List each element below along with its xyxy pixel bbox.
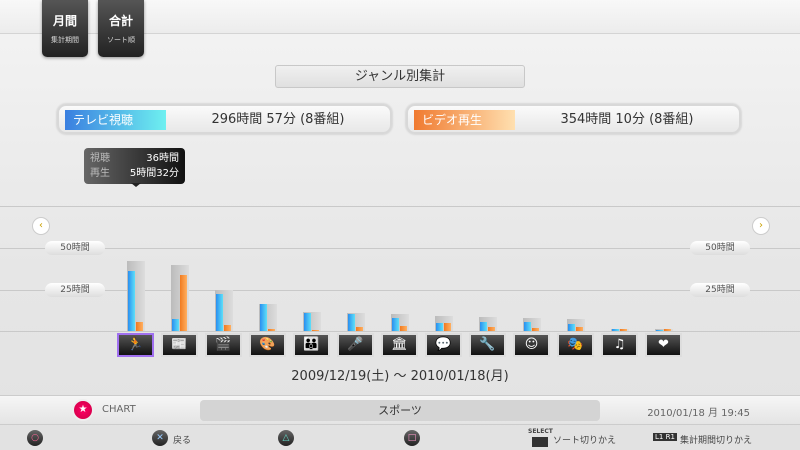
bar-video-documentary	[400, 326, 407, 331]
video-summary: ビデオ再生 354時間 10分 (8番組)	[406, 104, 741, 134]
sort-button[interactable]: 合計 ソート順	[98, 0, 144, 57]
sort-value: 合計	[108, 14, 133, 28]
video-value: 354時間 10分 (8番組)	[560, 112, 694, 127]
clock: 2010/01/18 月 19:45	[647, 408, 750, 419]
tooltip-play-value: 5時間32分	[129, 168, 179, 179]
status-bar: ★ CHART スポーツ 2010/01/18 月 19:45	[0, 395, 800, 425]
cross-button-icon[interactable]: ✕	[152, 430, 168, 446]
period-label: 集計期間	[51, 36, 79, 44]
bar-video-music	[620, 329, 627, 331]
bar-tv-variety	[348, 314, 355, 331]
bar-video-anime	[268, 329, 275, 331]
genre-icon-kids[interactable]: ☺	[513, 333, 550, 357]
square-button-icon[interactable]: □	[404, 430, 420, 446]
triangle-button-icon[interactable]: △	[278, 430, 294, 446]
genre-icon-sports[interactable]: 🏃	[117, 333, 154, 357]
app-name: CHART	[102, 404, 136, 415]
bar-video-news	[180, 274, 187, 331]
genre-icon-science[interactable]: 🔧	[469, 333, 506, 357]
tv-summary: テレビ視聴 296時間 57分 (8番組)	[57, 104, 392, 134]
genre-icon-music[interactable]: ♫	[601, 333, 638, 357]
bar-tv-kids	[524, 321, 531, 331]
period-toggle-label: 集計期間切りかえ	[680, 436, 753, 446]
bar-tv-movie	[216, 294, 223, 331]
genre-icon-movie[interactable]: 🎬	[205, 333, 242, 357]
bar-video-movie	[224, 325, 231, 331]
selected-genre: スポーツ	[200, 400, 600, 421]
genre-chart	[0, 200, 800, 331]
sort-toggle-label: ソート切りかえ	[553, 436, 617, 446]
bar-tv-science	[480, 321, 487, 331]
tv-value: 296時間 57分 (8番組)	[211, 112, 345, 127]
genre-icon-news[interactable]: 📰	[161, 333, 198, 357]
baseline	[0, 331, 800, 332]
tooltip-play-label: 再生	[90, 168, 110, 179]
date-range: 2009/12/19(土) 〜 2010/01/18(月)	[291, 369, 509, 384]
bar-video-theater	[576, 327, 583, 331]
bar-video-science	[488, 327, 495, 331]
bar-tv-family	[304, 312, 311, 331]
period-value: 月間	[52, 14, 77, 28]
chart-medal-icon: ★	[72, 399, 94, 421]
bar-tv-sports	[128, 271, 135, 331]
tv-label: テレビ視聴	[65, 110, 166, 130]
bar-video-kids	[532, 327, 539, 331]
tooltip-watch-label: 視聴	[90, 153, 110, 164]
select-button-icon[interactable]	[532, 437, 548, 447]
bar-video-family	[312, 330, 319, 331]
sort-label: ソート順	[107, 36, 135, 44]
genre-icon-documentary[interactable]: 🏛	[381, 333, 418, 357]
video-label: ビデオ再生	[414, 110, 515, 130]
button-guide: ○ ✕ 戻る △ □ SELECT ソート切りかえ L1 R1 集計期間切りかえ	[0, 426, 800, 450]
genre-icon-hobby[interactable]: 💬	[425, 333, 462, 357]
select-label: SELECT	[528, 428, 553, 435]
bar-video-variety	[356, 327, 363, 331]
bar-tv-welfare	[656, 330, 663, 331]
circle-button-icon[interactable]: ○	[27, 430, 43, 446]
genre-icon-family[interactable]: 👪	[293, 333, 330, 357]
tooltip-watch-value: 36時間	[146, 153, 179, 164]
bar-tv-hobby	[436, 322, 443, 331]
genre-icon-anime[interactable]: 🎨	[249, 333, 286, 357]
l1r1-button-icon[interactable]: L1 R1	[653, 433, 677, 441]
bar-tv-music	[612, 329, 619, 331]
page-title: ジャンル別集計	[275, 65, 525, 88]
bar-tv-theater	[568, 324, 575, 331]
bar-tooltip: 視聴 36時間 再生 5時間32分	[84, 148, 185, 187]
bar-tv-documentary	[392, 317, 399, 331]
bar-tv-anime	[260, 304, 267, 331]
bar-video-sports	[136, 321, 143, 331]
period-button[interactable]: 月間 集計期間	[42, 0, 88, 57]
genre-icon-theater[interactable]: 🎭	[557, 333, 594, 357]
genre-icon-variety[interactable]: 🎤	[337, 333, 374, 357]
bar-video-welfare	[664, 329, 671, 331]
back-label: 戻る	[173, 436, 192, 446]
bar-tv-news	[172, 319, 179, 331]
bar-video-hobby	[444, 322, 451, 331]
genre-icon-welfare[interactable]: ❤	[645, 333, 682, 357]
